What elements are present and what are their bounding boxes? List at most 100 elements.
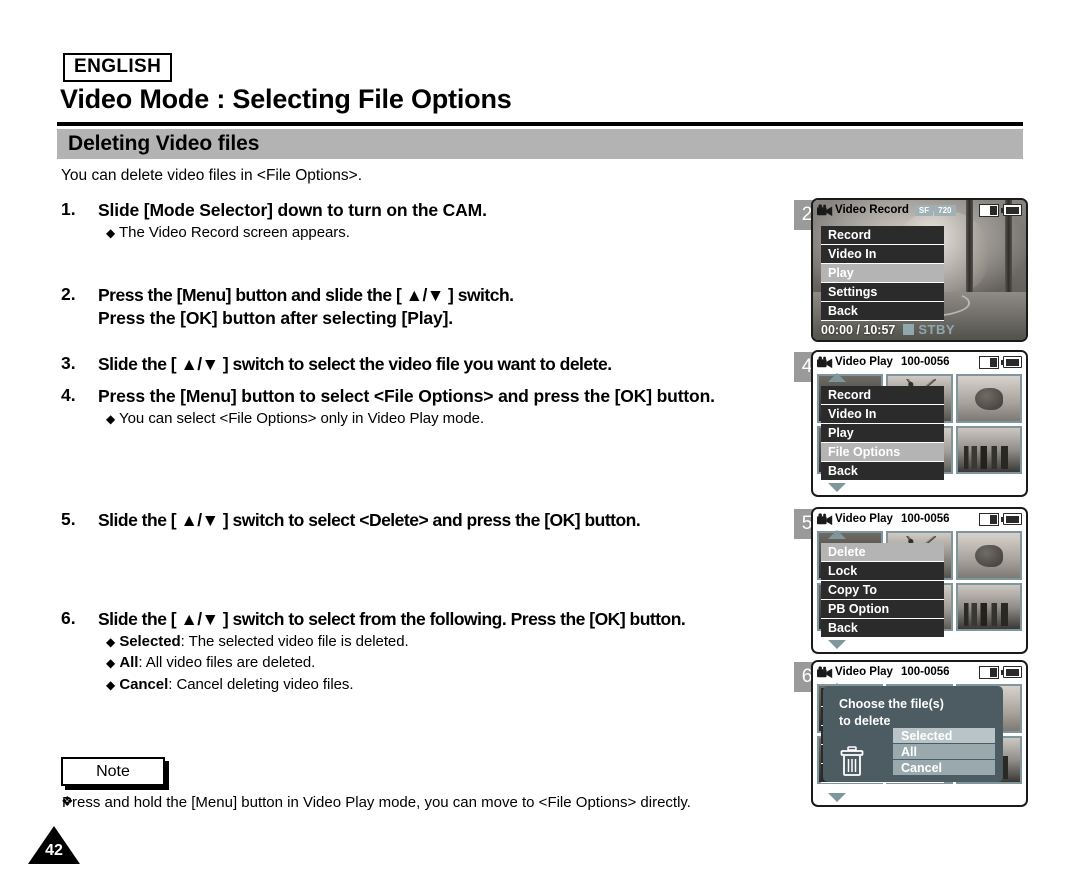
scroll-down-arrow-icon[interactable] <box>828 640 846 649</box>
device-screen-file-options-menu: Video Play 100-0056 Delete Lock Copy To … <box>811 507 1028 654</box>
battery-icon <box>1000 513 1022 525</box>
scroll-down-arrow-icon[interactable] <box>828 483 846 492</box>
diamond-bullet-icon: ◆ <box>106 677 116 692</box>
menu-item-back[interactable]: Back <box>821 619 944 638</box>
standby-label: STBY <box>918 322 956 337</box>
standby-square-icon <box>903 324 915 335</box>
menu-item-settings[interactable]: Settings <box>821 283 944 302</box>
record-time: 00:00 / 10:57 <box>821 322 896 337</box>
step-6-sub-all: ◆ All: All video files are deleted. <box>106 654 316 672</box>
status-title-4: Video Play <box>835 356 893 368</box>
trash-icon-glyph <box>840 746 864 776</box>
status-bar-2: Video Record SF 720 <box>813 200 1026 220</box>
section-title: Deleting Video files <box>68 132 260 155</box>
status-title-6: Video Play <box>835 666 893 678</box>
scroll-up-arrow-icon[interactable] <box>828 373 846 382</box>
step-6-number: 6. <box>61 608 76 628</box>
step-1-sub-1: ◆ The Video Record screen appears. <box>106 224 350 242</box>
status-bar-4: Video Play 100-0056 <box>813 352 1026 372</box>
step-2-number: 2. <box>61 284 76 304</box>
step-3: 3. Slide the [ ▲/▼ ] switch to select th… <box>61 353 612 376</box>
language-badge: ENGLISH <box>63 53 173 82</box>
device-screen-delete-dialog: Video Play 100-0056 Choose the file(s) t… <box>811 660 1028 807</box>
dialog-option-cancel[interactable]: Cancel <box>893 760 995 776</box>
video-camera-icon <box>817 355 833 368</box>
menu-item-delete[interactable]: Delete <box>821 543 944 562</box>
battery-level <box>1005 668 1019 676</box>
dialog-option-selected[interactable]: Selected <box>893 728 995 744</box>
step-4: 4. Press the [Menu] button to select <Fi… <box>61 385 715 429</box>
status-file-4: 100-0056 <box>900 356 950 368</box>
status-bar-5: Video Play 100-0056 <box>813 509 1026 529</box>
note-box: Note <box>61 757 165 786</box>
diamond-bullet-icon: ◆ <box>106 635 116 650</box>
step-4-line-1: Press the [Menu] button to select <File … <box>98 386 715 406</box>
page-number-label: 42 <box>45 842 63 859</box>
menu-item-copy-to[interactable]: Copy To <box>821 581 944 600</box>
resolution-badge: 720 <box>934 204 956 216</box>
step-6: 6. Slide the [ ▲/▼ ] switch to select fr… <box>61 608 686 695</box>
menu-list-2[interactable]: Record Video In Play Settings Back <box>821 226 944 321</box>
device-screen-video-record: Video Record SF 720 Record Video In Play… <box>811 198 1028 342</box>
step-5: 5. Slide the [ ▲/▼ ] switch to select <D… <box>61 509 641 532</box>
quality-badge: SF <box>914 204 934 216</box>
thumbnail[interactable] <box>955 582 1022 631</box>
step-2: 2. Press the [Menu] button and slide the… <box>61 284 514 330</box>
menu-item-video-in[interactable]: Video In <box>821 405 944 424</box>
option-name-all: All <box>119 654 139 672</box>
step-6-sub-selected: ◆ Selected: The selected video file is d… <box>106 633 409 651</box>
thumbnail[interactable] <box>955 531 1022 580</box>
menu-item-play[interactable]: Play <box>821 424 944 443</box>
intro-text: You can delete video files in <File Opti… <box>61 167 363 184</box>
page-number: 42 <box>28 826 80 864</box>
video-camera-icon <box>817 665 833 678</box>
menu-item-record[interactable]: Record <box>821 386 944 405</box>
option-name-cancel: Cancel <box>119 675 169 693</box>
step-5-line-1: Slide the [ ▲/▼ ] switch to select <Dele… <box>98 510 641 530</box>
menu-item-file-options[interactable]: File Options <box>821 443 944 462</box>
diamond-bullet-icon: ◆ <box>106 226 116 241</box>
step-5-number: 5. <box>61 509 76 529</box>
battery-level <box>1005 358 1019 366</box>
step-2-line-1: Press the [Menu] button and slide the [ … <box>98 285 514 305</box>
scroll-up-arrow-icon[interactable] <box>828 530 846 539</box>
menu-item-record[interactable]: Record <box>821 226 944 245</box>
step-3-number: 3. <box>61 353 76 373</box>
title-divider <box>57 122 1023 126</box>
step-6-sub-cancel: ◆ Cancel: Cancel deleting video files. <box>106 675 354 693</box>
step-1-number: 1. <box>61 199 76 219</box>
memory-card-icon <box>979 355 999 369</box>
memory-card-icon <box>979 512 999 526</box>
battery-icon <box>1000 356 1022 368</box>
step-4-sub-1: ◆ You can select <File Options> only in … <box>106 410 485 428</box>
video-camera-icon <box>817 203 833 216</box>
dialog-message: Choose the file(s) to delete <box>839 696 944 730</box>
scroll-down-arrow-icon[interactable] <box>828 793 846 802</box>
note-text: Press and hold the [Menu] button in Vide… <box>62 794 691 811</box>
status-bar-6: Video Play 100-0056 <box>813 662 1026 682</box>
menu-item-pb-option[interactable]: PB Option <box>821 600 944 619</box>
menu-item-back[interactable]: Back <box>821 462 944 481</box>
step-6-line-1: Slide the [ ▲/▼ ] switch to select from … <box>98 609 686 629</box>
menu-item-back[interactable]: Back <box>821 302 944 321</box>
step-1-line-1: Slide [Mode Selector] down to turn on th… <box>98 200 487 220</box>
menu-list-4[interactable]: Record Video In Play File Options Back <box>821 386 944 481</box>
menu-item-video-in[interactable]: Video In <box>821 245 944 264</box>
dialog-options[interactable]: Selected All Cancel <box>893 728 995 776</box>
page-title: Video Mode : Selecting File Options <box>60 84 512 114</box>
diamond-bullet-icon: ◆ <box>106 412 116 427</box>
memory-card-icon <box>979 665 999 679</box>
dialog-option-all[interactable]: All <box>893 744 995 760</box>
diamond-bullet-icon: ◆ <box>106 656 116 671</box>
menu-item-play[interactable]: Play <box>821 264 944 283</box>
delete-confirm-dialog: Choose the file(s) to delete Selected Al… <box>823 686 1003 782</box>
status-file-5: 100-0056 <box>900 513 950 525</box>
memory-card-icon <box>979 203 999 217</box>
thumbnail[interactable] <box>955 425 1022 474</box>
video-camera-icon <box>817 512 833 525</box>
battery-level <box>1005 515 1019 523</box>
step-2-line-2: Press the [OK] button after selecting [P… <box>98 308 453 329</box>
menu-list-5[interactable]: Delete Lock Copy To PB Option Back <box>821 543 944 638</box>
menu-item-lock[interactable]: Lock <box>821 562 944 581</box>
thumbnail[interactable] <box>955 374 1022 423</box>
